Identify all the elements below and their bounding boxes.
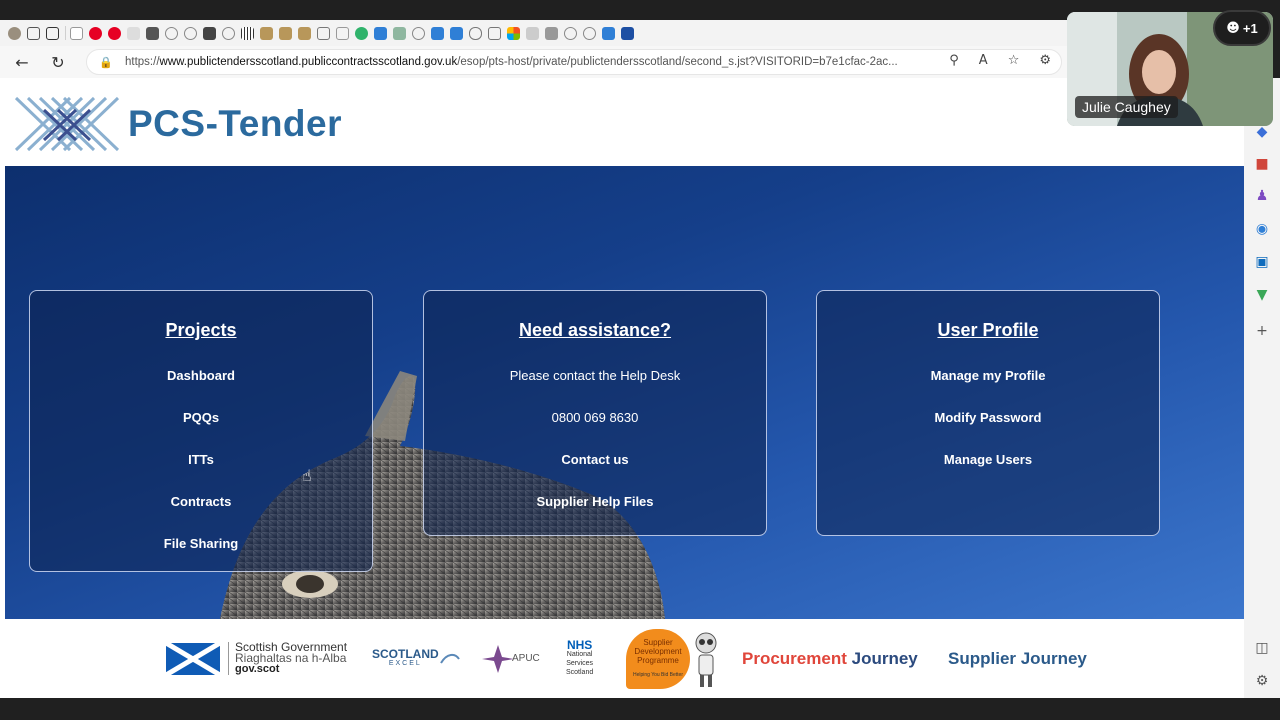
tab-favicon-generic-icon[interactable] bbox=[526, 24, 541, 42]
workspaces-icon[interactable] bbox=[27, 24, 42, 42]
lock-icon[interactable]: 🔒 bbox=[99, 56, 113, 69]
reload-icon[interactable]: ↻ bbox=[44, 48, 72, 76]
hero-banner: Projects Dashboard PQQs ITTs Contracts F… bbox=[5, 166, 1244, 619]
projects-title[interactable]: Projects bbox=[30, 320, 372, 341]
tab-favicon-link-icon[interactable] bbox=[469, 24, 484, 42]
partner-logos: Scottish Government Riaghaltas na h-Alba… bbox=[0, 619, 1244, 698]
help-desk-text: Please contact the Help Desk bbox=[509, 368, 681, 383]
tab-favicon-search-icon[interactable] bbox=[222, 24, 237, 42]
favorite-star-icon[interactable]: ☆ bbox=[1008, 53, 1020, 68]
scotland-excel-logo[interactable]: SCOTLAND EXCEL bbox=[372, 619, 461, 698]
address-bar[interactable]: 🔒 https://www.publictendersscotland.publ… bbox=[86, 49, 1062, 75]
tab-favicon-pinterest-icon[interactable] bbox=[108, 24, 123, 42]
contracts-link[interactable]: Contracts bbox=[30, 481, 372, 523]
tab-favicon-mail-icon[interactable] bbox=[317, 24, 332, 42]
split-screen-icon[interactable]: ◫ bbox=[1254, 640, 1270, 656]
scottish-government-logo[interactable]: Scottish Government Riaghaltas na h-Alba… bbox=[166, 619, 347, 698]
assistance-card: Need assistance? Please contact the Help… bbox=[423, 290, 767, 536]
mouse-cursor-icon: ☝ bbox=[302, 466, 312, 485]
read-aloud-icon[interactable]: A bbox=[979, 53, 988, 68]
file-sharing-link[interactable]: File Sharing bbox=[30, 523, 372, 565]
procurement-journey-logo[interactable]: Pro curement Journey bbox=[742, 619, 918, 698]
add-sidebar-app-icon[interactable]: + bbox=[1254, 323, 1270, 339]
tab-favicon-search-icon[interactable] bbox=[583, 24, 598, 42]
tab-favicon-shop-icon[interactable] bbox=[298, 24, 313, 42]
tab-favicon-mail-icon[interactable] bbox=[488, 24, 503, 42]
user-profile-card: User Profile Manage my Profile Modify Pa… bbox=[816, 290, 1160, 536]
participant-name-label: Julie Caughey bbox=[1075, 96, 1178, 118]
modify-password-link[interactable]: Modify Password bbox=[817, 397, 1159, 439]
tools-briefcase-icon[interactable]: ■ bbox=[1254, 156, 1270, 172]
tab-favicon-barcode-icon[interactable] bbox=[241, 24, 256, 42]
nhs-nss-logo[interactable]: NHS National Services Scotland bbox=[566, 619, 593, 698]
outlook-icon[interactable]: ▣ bbox=[1254, 254, 1270, 270]
microsoft365-icon[interactable]: ◉ bbox=[1254, 221, 1270, 237]
tab-favicon-doc-icon[interactable] bbox=[336, 24, 351, 42]
supplier-help-files-link[interactable]: Supplier Help Files bbox=[424, 481, 766, 523]
assistance-title[interactable]: Need assistance? bbox=[424, 320, 766, 341]
brand-name: PCS-Tender bbox=[128, 103, 343, 144]
browser-sidebar: ◆ ■ ♟ ◉ ▣ ▼ + ◫ ⚙ bbox=[1244, 78, 1280, 698]
tab-favicon-shop-icon[interactable] bbox=[260, 24, 275, 42]
saltire-flag-icon bbox=[166, 642, 220, 675]
zoom-icon[interactable]: ⚲ bbox=[949, 53, 959, 68]
apuc-star-icon bbox=[482, 644, 514, 673]
tab-favicon-search-icon[interactable] bbox=[184, 24, 199, 42]
manage-profile-link[interactable]: Manage my Profile bbox=[817, 355, 1159, 397]
dashboard-link[interactable]: Dashboard bbox=[30, 355, 372, 397]
url-text[interactable]: https://www.publictendersscotland.public… bbox=[125, 56, 905, 68]
tab-favicon-bing-icon[interactable] bbox=[374, 24, 389, 42]
tab-favicon-search-icon[interactable] bbox=[165, 24, 180, 42]
robot-mascot-icon bbox=[695, 632, 717, 687]
tab-actions-icon[interactable] bbox=[46, 24, 61, 42]
web-page: PCS-Tender Projects Dashboard PQQs ITTs … bbox=[0, 78, 1244, 698]
games-icon[interactable]: ♟ bbox=[1254, 188, 1270, 204]
manage-users-link[interactable]: Manage Users bbox=[817, 439, 1159, 481]
tab-favicon-chart-icon[interactable] bbox=[393, 24, 408, 42]
supplier-development-programme-logo[interactable]: Supplier Development Programme Helping Y… bbox=[626, 619, 722, 698]
sidebar-settings-icon[interactable]: ⚙ bbox=[1254, 673, 1270, 689]
tab-favicon-generic-icon[interactable] bbox=[127, 24, 142, 42]
itts-link[interactable]: ITTs bbox=[30, 439, 372, 481]
swoosh-icon bbox=[439, 653, 460, 664]
drop-icon[interactable]: ▼ bbox=[1254, 287, 1270, 303]
copilot-gem-icon[interactable]: ◆ bbox=[1254, 124, 1270, 140]
back-arrow-icon[interactable]: ← bbox=[8, 48, 36, 76]
pqqs-link[interactable]: PQQs bbox=[30, 397, 372, 439]
projects-card: Projects Dashboard PQQs ITTs Contracts F… bbox=[29, 290, 373, 572]
help-desk-phone: 0800 069 8630 bbox=[551, 410, 639, 425]
user-profile-title[interactable]: User Profile bbox=[817, 320, 1159, 341]
person-icon: ☻ bbox=[1226, 20, 1240, 36]
supplier-journey-logo[interactable]: Supplier Journey bbox=[948, 619, 1087, 698]
tab-favicon-pinterest-icon[interactable] bbox=[89, 24, 104, 42]
tab-favicon-arrow-icon[interactable] bbox=[545, 24, 560, 42]
tab-favicon-ba-icon[interactable] bbox=[146, 24, 161, 42]
pcs-tender-logo[interactable]: PCS-Tender bbox=[14, 96, 342, 152]
tab-favicon-search-icon[interactable] bbox=[412, 24, 427, 42]
tab-favicon-bing-icon[interactable] bbox=[431, 24, 446, 42]
apuc-logo[interactable]: APUC bbox=[480, 619, 540, 698]
tab-favicon-bing-icon[interactable] bbox=[602, 24, 617, 42]
tab-favicon-microsoft-icon[interactable] bbox=[507, 24, 522, 42]
extensions-icon[interactable]: ⚙ bbox=[1039, 53, 1051, 68]
browser-toolbar: ← ↻ 🔒 https://www.publictendersscotland.… bbox=[0, 46, 1244, 78]
tab-favicon-bing-icon[interactable] bbox=[450, 24, 465, 42]
tab-favicon-doc-icon[interactable] bbox=[70, 24, 85, 42]
tab-favicon-video-icon[interactable] bbox=[203, 24, 218, 42]
tab-favicon-shop-icon[interactable] bbox=[279, 24, 294, 42]
woven-logo-icon bbox=[14, 96, 120, 152]
participants-count-button[interactable]: ☻ +1 bbox=[1213, 10, 1271, 46]
tab-strip bbox=[0, 20, 1070, 46]
tab-favicon-search-icon[interactable] bbox=[564, 24, 579, 42]
profile-avatar-icon[interactable] bbox=[8, 24, 23, 42]
tab-favicon-green-icon[interactable] bbox=[355, 24, 370, 42]
contact-us-link[interactable]: Contact us bbox=[424, 439, 766, 481]
screen: ← ↻ 🔒 https://www.publictendersscotland.… bbox=[0, 0, 1280, 720]
tab-favicon-scotland-flag-icon[interactable] bbox=[621, 24, 636, 42]
